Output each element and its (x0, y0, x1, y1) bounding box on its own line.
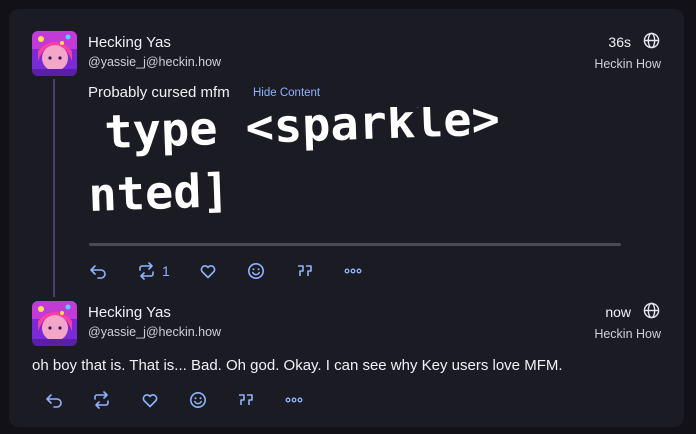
hide-content-button[interactable]: Hide Content (253, 87, 320, 99)
reply-icon (46, 394, 62, 408)
mfm-line: e type <sparkle> (88, 107, 501, 161)
react-button[interactable] (247, 261, 265, 281)
reply-icon (90, 265, 106, 279)
user-handle[interactable]: @yassie_j@heckin.how (88, 55, 221, 69)
display-name[interactable]: Hecking Yas (88, 34, 171, 51)
quote-icon (298, 265, 312, 276)
avatar[interactable] (32, 31, 77, 76)
renote-icon (94, 391, 109, 409)
display-name[interactable]: Hecking Yas (88, 304, 171, 321)
mfm-content: e type <sparkle> mented] (88, 107, 663, 247)
timestamp[interactable]: now (605, 304, 631, 320)
like-button[interactable] (141, 390, 159, 410)
heart-icon (142, 394, 158, 408)
instance-name[interactable]: Heckin How (594, 57, 661, 71)
user-handle[interactable]: @yassie_j@heckin.how (88, 325, 221, 339)
instance-name[interactable]: Heckin How (594, 327, 661, 341)
mfm-line: mented] (88, 163, 231, 224)
renote-button[interactable]: 1 (137, 261, 170, 281)
renote-icon (139, 262, 154, 280)
renote-count: 1 (162, 263, 170, 279)
more-button[interactable] (285, 390, 303, 410)
like-button[interactable] (199, 261, 217, 281)
more-icon (285, 397, 303, 403)
timeline-card: Hecking Yas @yassie_j@heckin.how 36s Hec… (9, 9, 684, 427)
content-warning: Probably cursed mfm (88, 84, 230, 101)
more-button[interactable] (344, 261, 362, 281)
timestamp[interactable]: 36s (608, 34, 631, 50)
mfm-divider (89, 243, 621, 246)
post-text: oh boy that is. That is... Bad. Oh god. … (32, 357, 563, 374)
heart-icon (200, 265, 216, 279)
more-icon (344, 268, 362, 274)
smiley-icon (248, 263, 264, 279)
smiley-icon (190, 392, 206, 408)
quote-button[interactable] (296, 261, 314, 281)
post-parent[interactable]: Hecking Yas @yassie_j@heckin.how 36s Hec… (9, 9, 684, 299)
react-button[interactable] (189, 390, 207, 410)
quote-icon (239, 394, 253, 405)
globe-icon (643, 302, 660, 319)
globe-icon (643, 32, 660, 49)
post-reply[interactable]: Hecking Yas @yassie_j@heckin.how now Hec… (9, 299, 684, 427)
renote-button[interactable] (92, 390, 111, 410)
avatar[interactable] (32, 301, 77, 346)
quote-button[interactable] (237, 390, 255, 410)
reply-button[interactable] (89, 261, 107, 281)
reply-button[interactable] (45, 390, 63, 410)
